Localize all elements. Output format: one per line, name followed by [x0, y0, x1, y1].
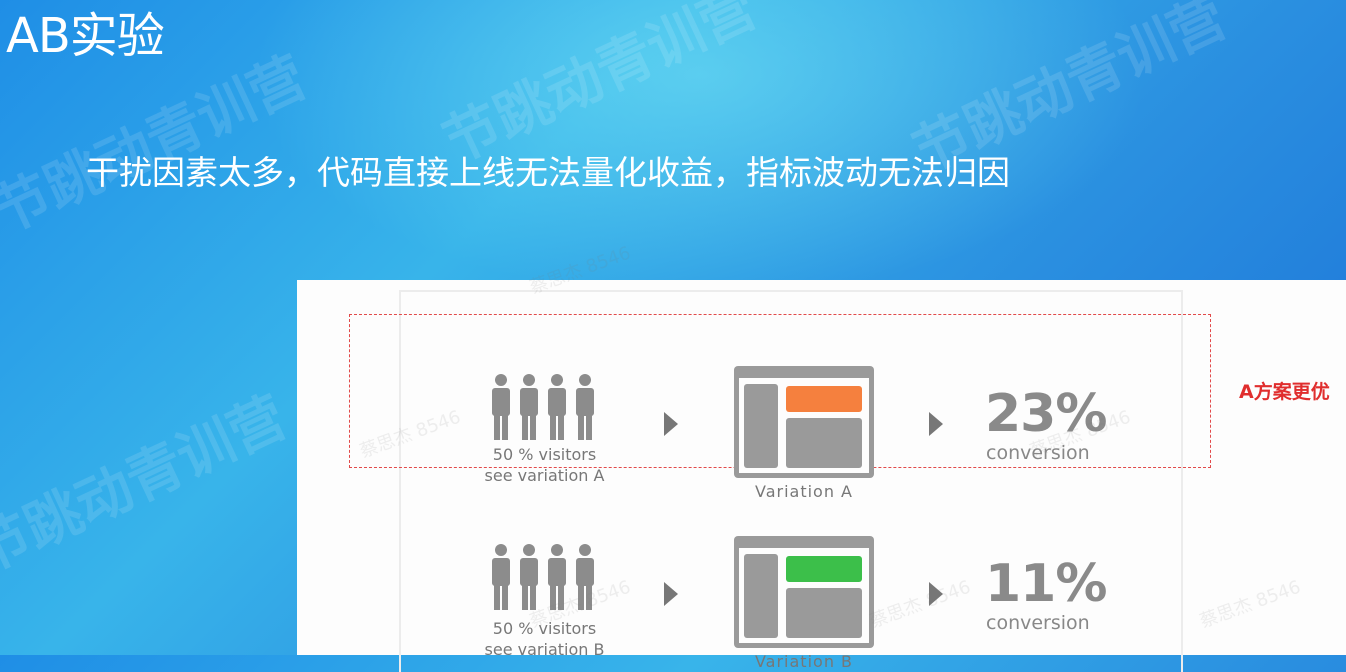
- conversion-percent: 23%: [985, 384, 1107, 444]
- visitors-text-line1: 50 % visitors: [492, 619, 597, 638]
- conversion-label: conversion: [986, 612, 1090, 634]
- browser-layout-icon: [734, 536, 874, 648]
- arrow-right-icon: [929, 412, 943, 436]
- variation-row-b: 50 % visitors see variation B Variation …: [297, 490, 1346, 671]
- browser-layout-icon: [734, 366, 874, 478]
- arrow-right-icon: [664, 412, 678, 436]
- ab-test-illustration: A方案更优 50 % visitors see variation A Vari…: [297, 242, 1346, 672]
- conversion-label: conversion: [986, 442, 1090, 464]
- variation-row-a: 50 % visitors see variation A Variation …: [297, 320, 1346, 501]
- visitors-people-icon: [492, 374, 594, 440]
- visitors-text-line2: see variation B: [484, 640, 605, 659]
- slide-title: AB实验: [6, 8, 165, 64]
- visitors-people-icon: [492, 544, 594, 610]
- arrow-right-icon: [929, 582, 943, 606]
- slide-subtitle: 干扰因素太多，代码直接上线无法量化收益，指标波动无法归因: [86, 153, 1010, 192]
- visitors-text-line2: see variation A: [484, 466, 605, 485]
- conversion-percent: 11%: [985, 554, 1107, 614]
- highlight-block: [786, 386, 862, 412]
- visitors-text-line1: 50 % visitors: [492, 445, 597, 464]
- watermark: 节跳动青训营: [0, 384, 297, 586]
- highlight-block: [786, 556, 862, 582]
- arrow-right-icon: [664, 582, 678, 606]
